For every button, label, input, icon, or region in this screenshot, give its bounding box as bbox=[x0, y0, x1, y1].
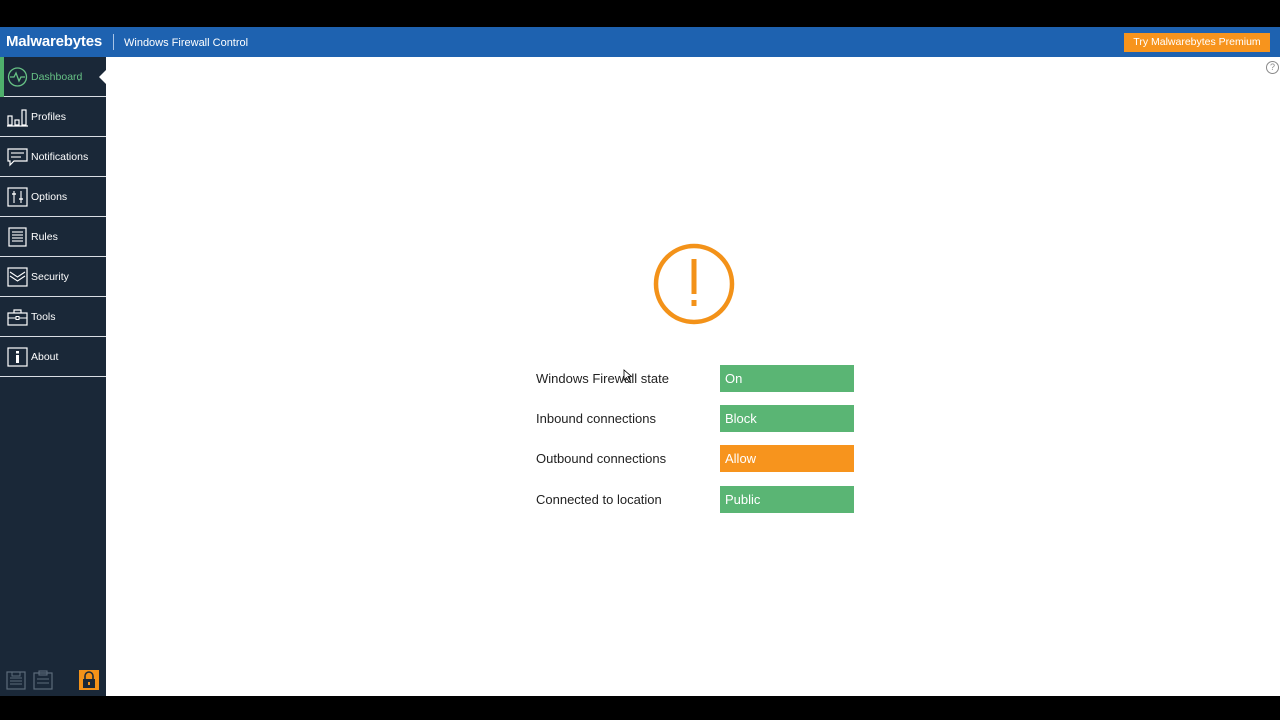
sidebar-item-label: Rules bbox=[31, 231, 58, 243]
app-window: Malwarebytes Windows Firewall Control Tr… bbox=[0, 27, 1280, 696]
sidebar-item-label: Options bbox=[31, 191, 68, 203]
sidebar-item-options[interactable]: Options bbox=[0, 177, 106, 217]
save-icon[interactable] bbox=[5, 669, 27, 691]
clipboard-icon[interactable] bbox=[32, 669, 54, 691]
status-value-badge: Allow bbox=[720, 445, 854, 472]
status-row-location: Connected to location Public bbox=[536, 486, 854, 513]
sidebar-item-rules[interactable]: Rules bbox=[0, 217, 106, 257]
status-label: Windows Firewall state bbox=[536, 371, 669, 386]
sidebar-item-security[interactable]: Security bbox=[0, 257, 106, 297]
sidebar-bottom-toolbar bbox=[0, 669, 106, 693]
sidebar-item-label: Tools bbox=[31, 311, 56, 323]
status-label: Connected to location bbox=[536, 492, 662, 507]
title-bar: Malwarebytes Windows Firewall Control Tr… bbox=[0, 27, 1280, 57]
status-row-firewall-state: Windows Firewall state On bbox=[536, 365, 854, 392]
sidebar-item-label: Security bbox=[31, 271, 69, 283]
sidebar-item-label: Notifications bbox=[31, 151, 89, 163]
sidebar-item-label: Dashboard bbox=[31, 71, 83, 83]
status-row-inbound: Inbound connections Block bbox=[536, 405, 854, 432]
status-value-badge: Block bbox=[720, 405, 854, 432]
toolbox-icon bbox=[7, 309, 28, 326]
lock-icon[interactable] bbox=[78, 669, 100, 691]
app-title: Windows Firewall Control bbox=[124, 37, 249, 49]
mouse-cursor bbox=[623, 369, 633, 383]
active-notch bbox=[99, 70, 106, 84]
sidebar-item-profiles[interactable]: Profiles bbox=[0, 97, 106, 137]
sidebar-item-dashboard[interactable]: Dashboard bbox=[0, 57, 106, 97]
sidebar-item-tools[interactable]: Tools bbox=[0, 297, 106, 337]
sidebar-item-label: About bbox=[31, 351, 59, 363]
help-icon[interactable]: ? bbox=[1266, 61, 1279, 74]
pulse-icon bbox=[7, 67, 28, 87]
title-divider bbox=[113, 34, 114, 50]
shield-icon bbox=[7, 267, 28, 287]
message-icon bbox=[7, 148, 28, 167]
active-indicator bbox=[0, 57, 4, 97]
list-icon bbox=[8, 227, 27, 247]
sidebar-item-label: Profiles bbox=[31, 111, 67, 123]
sliders-icon bbox=[7, 187, 28, 207]
status-value-badge: Public bbox=[720, 486, 854, 513]
sidebar-item-about[interactable]: About bbox=[0, 337, 106, 377]
warning-icon bbox=[653, 243, 735, 325]
status-label: Outbound connections bbox=[536, 451, 667, 466]
status-label: Inbound connections bbox=[536, 411, 656, 426]
sidebar: Dashboard Profiles Notifications Options… bbox=[0, 57, 106, 696]
status-value-badge: On bbox=[720, 365, 854, 392]
bars-icon bbox=[7, 109, 28, 127]
try-premium-button[interactable]: Try Malwarebytes Premium bbox=[1124, 33, 1270, 52]
malwarebytes-logo: Malwarebytes bbox=[6, 33, 102, 50]
status-row-outbound: Outbound connections Allow bbox=[536, 445, 854, 472]
sidebar-item-notifications[interactable]: Notifications bbox=[0, 137, 106, 177]
info-icon bbox=[7, 347, 28, 367]
